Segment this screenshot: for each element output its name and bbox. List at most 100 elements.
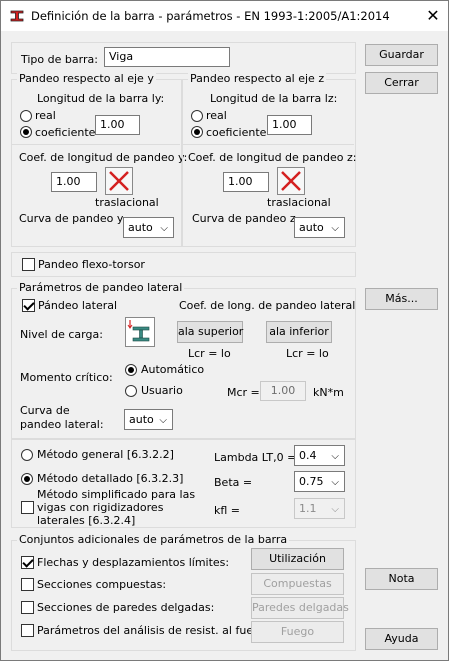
pandeo-y-coef-label: coeficiente	[35, 126, 96, 139]
compuestas-label: Secciones compuestas:	[37, 578, 167, 591]
lateral-coef-title: Coef. de long. de pandeo lateral	[179, 299, 356, 312]
pandeo-y-title: Pandeo respecto al eje y	[17, 72, 156, 85]
bar-type-label: Tipo de barra:	[21, 53, 98, 66]
kfl-label: kfl =	[214, 504, 241, 517]
critical-moment-label: Momento crítico:	[20, 371, 113, 384]
lcr-inferior-label: Lcr = lo	[286, 347, 329, 360]
pandeo-z-curve-select[interactable]: auto ⌵	[294, 217, 345, 238]
red-cross-icon	[109, 171, 129, 191]
lambda-label: Lambda LT,0 =	[214, 451, 297, 464]
lambda-value: 0.4	[299, 449, 317, 462]
beta-select[interactable]: 0.75 ⌵	[294, 471, 345, 492]
moment-auto-label: Automático	[141, 363, 205, 376]
lcr-superior-label: Lcr = lo	[188, 347, 231, 360]
lateral-checkbox[interactable]	[22, 299, 35, 312]
pandeo-z-title: Pandeo respecto al eje z	[188, 72, 327, 85]
load-level-label: Nivel de carga:	[20, 328, 103, 341]
flechas-label: Flechas y desplazamientos límites:	[37, 556, 230, 569]
mcr-label: Mcr =	[227, 386, 260, 399]
chevron-down-icon: ⌵	[159, 415, 167, 426]
dialog-window: Definición de la barra - parámetros - EN…	[0, 0, 449, 661]
ala-superior-button[interactable]: ala superior	[177, 321, 243, 343]
method-detallado-label: Método detallado [6.3.2.3]	[37, 472, 184, 485]
chevron-down-icon: ⌵	[331, 451, 339, 462]
paredes-button[interactable]: Paredes delgadas	[251, 597, 349, 619]
flexo-torsor-checkbox[interactable]	[22, 258, 35, 271]
lambda-select[interactable]: 0.4 ⌵	[294, 445, 345, 466]
pandeo-z-curve-label: Curva de pandeo z	[192, 212, 296, 225]
pandeo-z-real-label: real	[206, 109, 227, 122]
pandeo-z-curve-value: auto	[299, 221, 324, 234]
beta-label: Beta =	[214, 476, 253, 489]
i-beam-icon	[127, 320, 150, 342]
beta-value: 0.75	[299, 475, 324, 488]
traslacional-z-toggle[interactable]	[277, 167, 305, 195]
chevron-down-icon: ⌵	[331, 477, 339, 488]
method-detallado-radio[interactable]	[21, 473, 33, 485]
chevron-down-icon: ⌵	[331, 223, 339, 234]
mcr-field[interactable]: 1.00	[260, 381, 306, 401]
bar-type-field[interactable]: Viga	[104, 47, 230, 67]
pandeo-y-coef-length-label: Coef. de longitud de pandeo y:	[19, 151, 188, 164]
app-icon	[9, 8, 25, 24]
traslacional-y-toggle[interactable]	[105, 167, 133, 195]
ala-inferior-button[interactable]: ala inferior	[266, 321, 332, 343]
guardar-button[interactable]: Guardar	[365, 44, 438, 66]
pandeo-z-length-label: Longitud de la barra lz:	[210, 92, 338, 105]
chevron-down-icon: ⌵	[160, 223, 168, 234]
additional-title: Conjuntos adicionales de parámetros de l…	[17, 533, 290, 546]
pandeo-z-coef-field[interactable]: 1.00	[223, 172, 269, 192]
kfl-value: 1.1	[299, 502, 317, 515]
lateral-check-label: Pándeo lateral	[38, 299, 118, 312]
pandeo-y-length-label: Longitud de la barra ly:	[37, 92, 165, 105]
nota-button[interactable]: Nota	[365, 568, 438, 590]
flechas-checkbox[interactable]	[21, 556, 34, 569]
pandeo-z-traslacional-label: traslacional	[267, 196, 331, 209]
compuestas-button[interactable]: Compuestas	[251, 573, 344, 595]
method-general-radio[interactable]	[21, 449, 33, 461]
pandeo-y-real-radio[interactable]	[20, 110, 32, 122]
window-title: Definición de la barra - parámetros - EN…	[31, 9, 390, 23]
pandeo-z-coef-length-label: Coef. de longitud de pandeo z:	[188, 151, 357, 164]
pandeo-y-divider	[11, 144, 180, 145]
lateral-curve-select[interactable]: auto ⌵	[124, 409, 173, 430]
method-simplificado-label: Método simplificado para las vigas con r…	[37, 488, 196, 527]
title-bar: Definición de la barra - parámetros - EN…	[1, 1, 448, 31]
lateral-curve-label: Curva de pandeo lateral:	[20, 404, 104, 431]
cerrar-button[interactable]: Cerrar	[365, 72, 438, 94]
pandeo-y-curve-value: auto	[128, 221, 153, 234]
pandeo-z-coef-label: coeficiente	[206, 126, 267, 139]
lateral-title: Parámetros de pandeo lateral	[17, 281, 185, 294]
pandeo-y-curve-label: Curva de pandeo y	[19, 212, 124, 225]
fuego-button[interactable]: Fuego	[251, 621, 344, 643]
fuego-checkbox[interactable]	[21, 624, 34, 637]
flexo-torsor-label: Pandeo flexo-torsor	[38, 258, 145, 271]
moment-usuario-label: Usuario	[141, 384, 183, 397]
compuestas-checkbox[interactable]	[21, 578, 34, 591]
pandeo-y-coef-radio[interactable]	[20, 126, 32, 138]
moment-auto-radio[interactable]	[125, 364, 137, 376]
pandeo-y-length-field[interactable]: 1.00	[95, 115, 140, 135]
close-icon[interactable]: ✕	[419, 3, 447, 29]
pandeo-z-coef-radio[interactable]	[191, 126, 203, 138]
paredes-label: Secciones de paredes delgadas:	[37, 601, 215, 614]
method-simplificado-checkbox[interactable]	[21, 501, 34, 514]
utilizacion-button[interactable]: Utilización	[251, 548, 344, 570]
mas-button[interactable]: Más...	[365, 288, 438, 310]
kfl-select[interactable]: 1.1 ⌵	[294, 498, 345, 519]
red-cross-icon	[281, 171, 301, 191]
pandeo-y-coef-field[interactable]: 1.00	[51, 172, 97, 192]
fuego-label: Parámetros del análisis de resist. al fu…	[37, 624, 271, 637]
pandeo-z-real-radio[interactable]	[191, 110, 203, 122]
mcr-unit: kN*m	[313, 386, 344, 399]
pandeo-z-length-field[interactable]: 1.00	[267, 115, 312, 135]
pandeo-y-curve-select[interactable]: auto ⌵	[123, 217, 174, 238]
lateral-curve-value: auto	[129, 413, 154, 426]
moment-usuario-radio[interactable]	[125, 385, 137, 397]
ayuda-button[interactable]: Ayuda	[365, 628, 438, 650]
method-general-label: Método general [6.3.2.2]	[37, 448, 174, 461]
pandeo-y-traslacional-label: traslacional	[95, 196, 159, 209]
paredes-checkbox[interactable]	[21, 601, 34, 614]
chevron-down-icon: ⌵	[331, 504, 339, 515]
load-level-icon-button[interactable]	[125, 317, 155, 347]
